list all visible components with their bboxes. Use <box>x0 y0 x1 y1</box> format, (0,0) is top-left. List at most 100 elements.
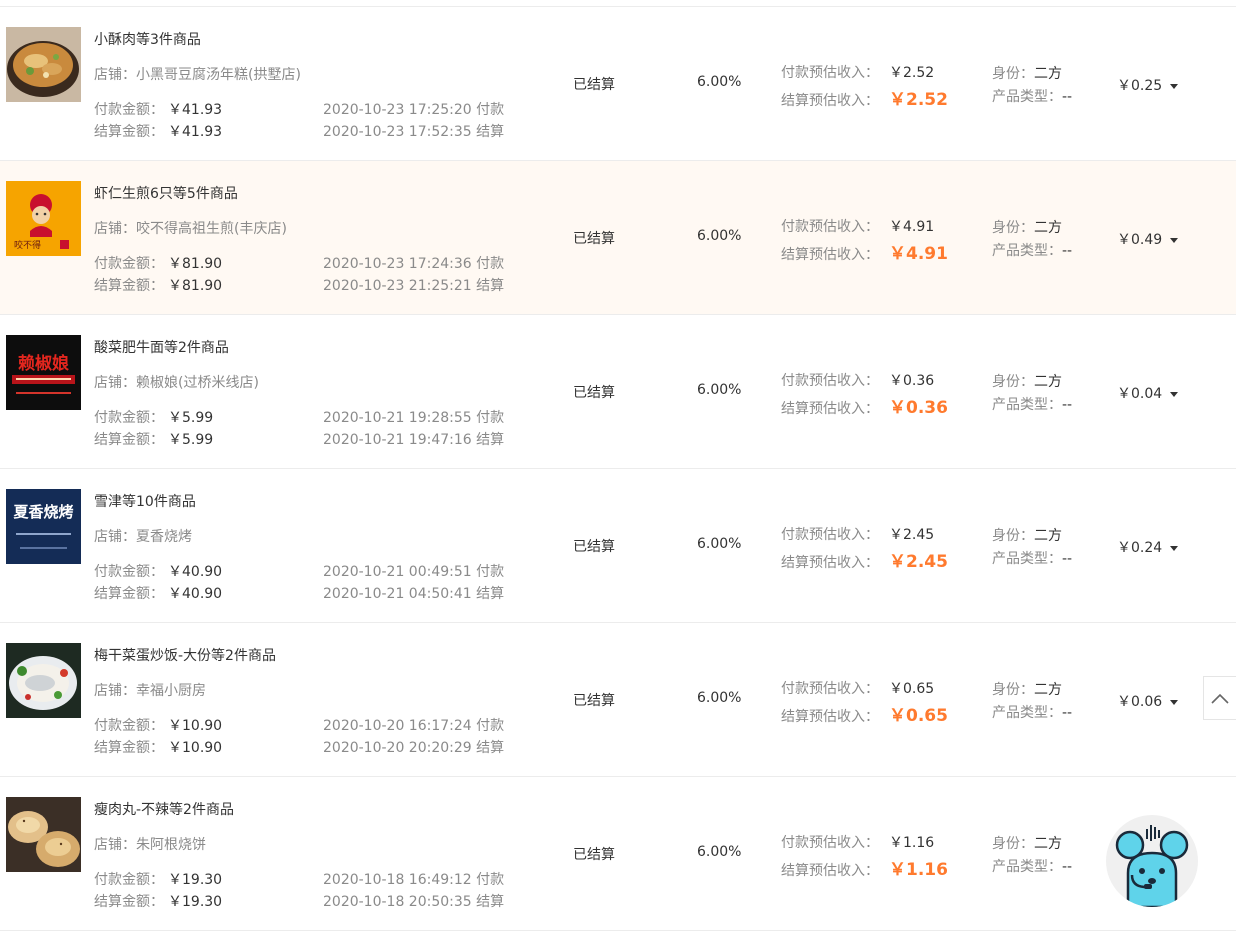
identity: 身份：二方 <box>992 66 1062 82</box>
product-type: 产品类型：-- <box>992 859 1073 875</box>
pay-amount: 付款金额： ￥10.90 <box>94 718 223 734</box>
pay-amount: 付款金额： ￥81.90 <box>94 256 223 272</box>
settle-estimate: 结算预估收入： ￥0.65 <box>781 706 948 726</box>
order-title[interactable]: 小酥肉等3件商品 <box>94 29 201 49</box>
settle-estimate: 结算预估收入： ￥2.52 <box>781 90 948 110</box>
chevron-up-icon <box>1211 693 1229 704</box>
pay-amount: 付款金额： ￥40.90 <box>94 564 223 580</box>
pay-time: 2020-10-21 19:28:55 付款 <box>323 410 505 426</box>
pay-time: 2020-10-18 16:49:12 付款 <box>323 872 505 888</box>
shop-line: 店铺：朱阿根烧饼 <box>94 837 206 853</box>
product-type: 产品类型：-- <box>992 89 1073 105</box>
pay-time: 2020-10-21 00:49:51 付款 <box>323 564 505 580</box>
commission-dropdown[interactable]: ￥0.24 <box>1117 537 1179 557</box>
order-status: 已结算 <box>573 539 615 555</box>
commission-rate: 6.00% <box>697 690 742 706</box>
order-row: 夏香烧烤 雪津等10件商品 店铺：夏香烧烤 付款金额： ￥40.90 结算金额： ￥… <box>0 469 1236 623</box>
shop-line: 店铺：幸福小厨房 <box>94 683 206 699</box>
settle-time: 2020-10-18 20:50:35 结算 <box>323 894 505 910</box>
pay-amount: 付款金额： ￥5.99 <box>94 410 214 426</box>
pay-estimate: 付款预估收入： ￥4.91 <box>781 219 935 235</box>
order-title[interactable]: 雪津等10件商品 <box>94 491 196 511</box>
order-list: 小酥肉等3件商品 店铺：小黑哥豆腐汤年糕(拱墅店) 付款金额： ￥41.93 结算… <box>0 6 1236 931</box>
svg-text:夏香烧烤: 夏香烧烤 <box>13 503 74 521</box>
settle-time: 2020-10-23 21:25:21 结算 <box>323 278 505 294</box>
order-row: 小酥肉等3件商品 店铺：小黑哥豆腐汤年糕(拱墅店) 付款金额： ￥41.93 结算… <box>0 7 1236 161</box>
back-to-top-button[interactable] <box>1203 676 1236 720</box>
commission-rate: 6.00% <box>697 844 742 860</box>
settle-estimate: 结算预估收入： ￥0.36 <box>781 398 948 418</box>
pay-time: 2020-10-23 17:25:20 付款 <box>323 102 505 118</box>
settle-time: 2020-10-20 20:20:29 结算 <box>323 740 505 756</box>
product-type: 产品类型：-- <box>992 397 1073 413</box>
settle-time: 2020-10-21 19:47:16 结算 <box>323 432 505 448</box>
order-status: 已结算 <box>573 693 615 709</box>
shop-line: 店铺：赖椒娘(过桥米线店) <box>94 375 259 391</box>
commission-rate: 6.00% <box>697 536 742 552</box>
caret-down-icon <box>1170 391 1179 397</box>
product-thumbnail[interactable]: 夏香烧烤 <box>6 489 81 564</box>
order-row: 梅干菜蛋炒饭-大份等2件商品 店铺：幸福小厨房 付款金额： ￥10.90 结算金额… <box>0 623 1236 777</box>
pay-time: 2020-10-23 17:24:36 付款 <box>323 256 505 272</box>
order-title[interactable]: 瘦肉丸-不辣等2件商品 <box>94 799 234 819</box>
pay-amount: 付款金额： ￥41.93 <box>94 102 223 118</box>
order-status: 已结算 <box>573 847 615 863</box>
commission-dropdown[interactable]: ￥0.04 <box>1117 383 1179 403</box>
identity: 身份：二方 <box>992 836 1062 852</box>
settle-amount: 结算金额： ￥5.99 <box>94 432 214 448</box>
settle-amount: 结算金额： ￥40.90 <box>94 586 223 602</box>
commission-rate: 6.00% <box>697 382 742 398</box>
commission-dropdown[interactable]: ￥0.06 <box>1117 691 1179 711</box>
order-title[interactable]: 酸菜肥牛面等2件商品 <box>94 337 229 357</box>
order-status: 已结算 <box>573 77 615 93</box>
svg-text:赖椒娘: 赖椒娘 <box>18 353 69 374</box>
settle-amount: 结算金额： ￥19.30 <box>94 894 223 910</box>
product-thumbnail[interactable] <box>6 797 81 872</box>
settle-amount: 结算金额： ￥81.90 <box>94 278 223 294</box>
pay-estimate: 付款预估收入： ￥2.52 <box>781 65 935 81</box>
shop-line: 店铺：咬不得高祖生煎(丰庆店) <box>94 221 287 237</box>
customer-service-button[interactable] <box>1106 815 1198 907</box>
pay-estimate: 付款预估收入： ￥0.65 <box>781 681 935 697</box>
order-row: 咬不得 虾仁生煎6只等5件商品 店铺：咬不得高祖生煎(丰庆店) 付款金额： ￥81… <box>0 161 1236 315</box>
settle-amount: 结算金额： ￥10.90 <box>94 740 223 756</box>
product-type: 产品类型：-- <box>992 551 1073 567</box>
identity: 身份：二方 <box>992 528 1062 544</box>
commission-dropdown[interactable]: ￥0.25 <box>1117 75 1179 95</box>
order-title[interactable]: 梅干菜蛋炒饭-大份等2件商品 <box>94 645 276 665</box>
order-row: 赖椒娘 酸菜肥牛面等2件商品 店铺：赖椒娘(过桥米线店) 付款金额： ￥5.99 … <box>0 315 1236 469</box>
product-type: 产品类型：-- <box>992 705 1073 721</box>
settle-time: 2020-10-21 04:50:41 结算 <box>323 586 505 602</box>
shop-line: 店铺：小黑哥豆腐汤年糕(拱墅店) <box>94 67 301 83</box>
identity: 身份：二方 <box>992 374 1062 390</box>
product-thumbnail[interactable] <box>6 643 81 718</box>
identity: 身份：二方 <box>992 220 1062 236</box>
pay-amount: 付款金额： ￥19.30 <box>94 872 223 888</box>
commission-rate: 6.00% <box>697 74 742 90</box>
commission-dropdown[interactable]: ￥0.49 <box>1117 229 1179 249</box>
order-status: 已结算 <box>573 231 615 247</box>
identity: 身份：二方 <box>992 682 1062 698</box>
product-thumbnail[interactable] <box>6 27 81 102</box>
headset-mascot-icon <box>1115 825 1189 907</box>
settle-estimate: 结算预估收入： ￥4.91 <box>781 244 948 264</box>
order-title[interactable]: 虾仁生煎6只等5件商品 <box>94 183 238 203</box>
order-row: 瘦肉丸-不辣等2件商品 店铺：朱阿根烧饼 付款金额： ￥19.30 结算金额： ￥1… <box>0 777 1236 931</box>
settle-estimate: 结算预估收入： ￥1.16 <box>781 860 948 880</box>
settle-amount: 结算金额： ￥41.93 <box>94 124 223 140</box>
pay-estimate: 付款预估收入： ￥0.36 <box>781 373 935 389</box>
pay-estimate: 付款预估收入： ￥1.16 <box>781 835 935 851</box>
caret-down-icon <box>1170 237 1179 243</box>
caret-down-icon <box>1170 699 1179 705</box>
caret-down-icon <box>1170 545 1179 551</box>
product-thumbnail[interactable]: 咬不得 <box>6 181 81 256</box>
settle-estimate: 结算预估收入： ￥2.45 <box>781 552 948 572</box>
commission-rate: 6.00% <box>697 228 742 244</box>
pay-time: 2020-10-20 16:17:24 付款 <box>323 718 505 734</box>
pay-estimate: 付款预估收入： ￥2.45 <box>781 527 935 543</box>
shop-line: 店铺：夏香烧烤 <box>94 529 192 545</box>
caret-down-icon <box>1170 83 1179 89</box>
settle-time: 2020-10-23 17:52:35 结算 <box>323 124 505 140</box>
product-type: 产品类型：-- <box>992 243 1073 259</box>
product-thumbnail[interactable]: 赖椒娘 <box>6 335 81 410</box>
